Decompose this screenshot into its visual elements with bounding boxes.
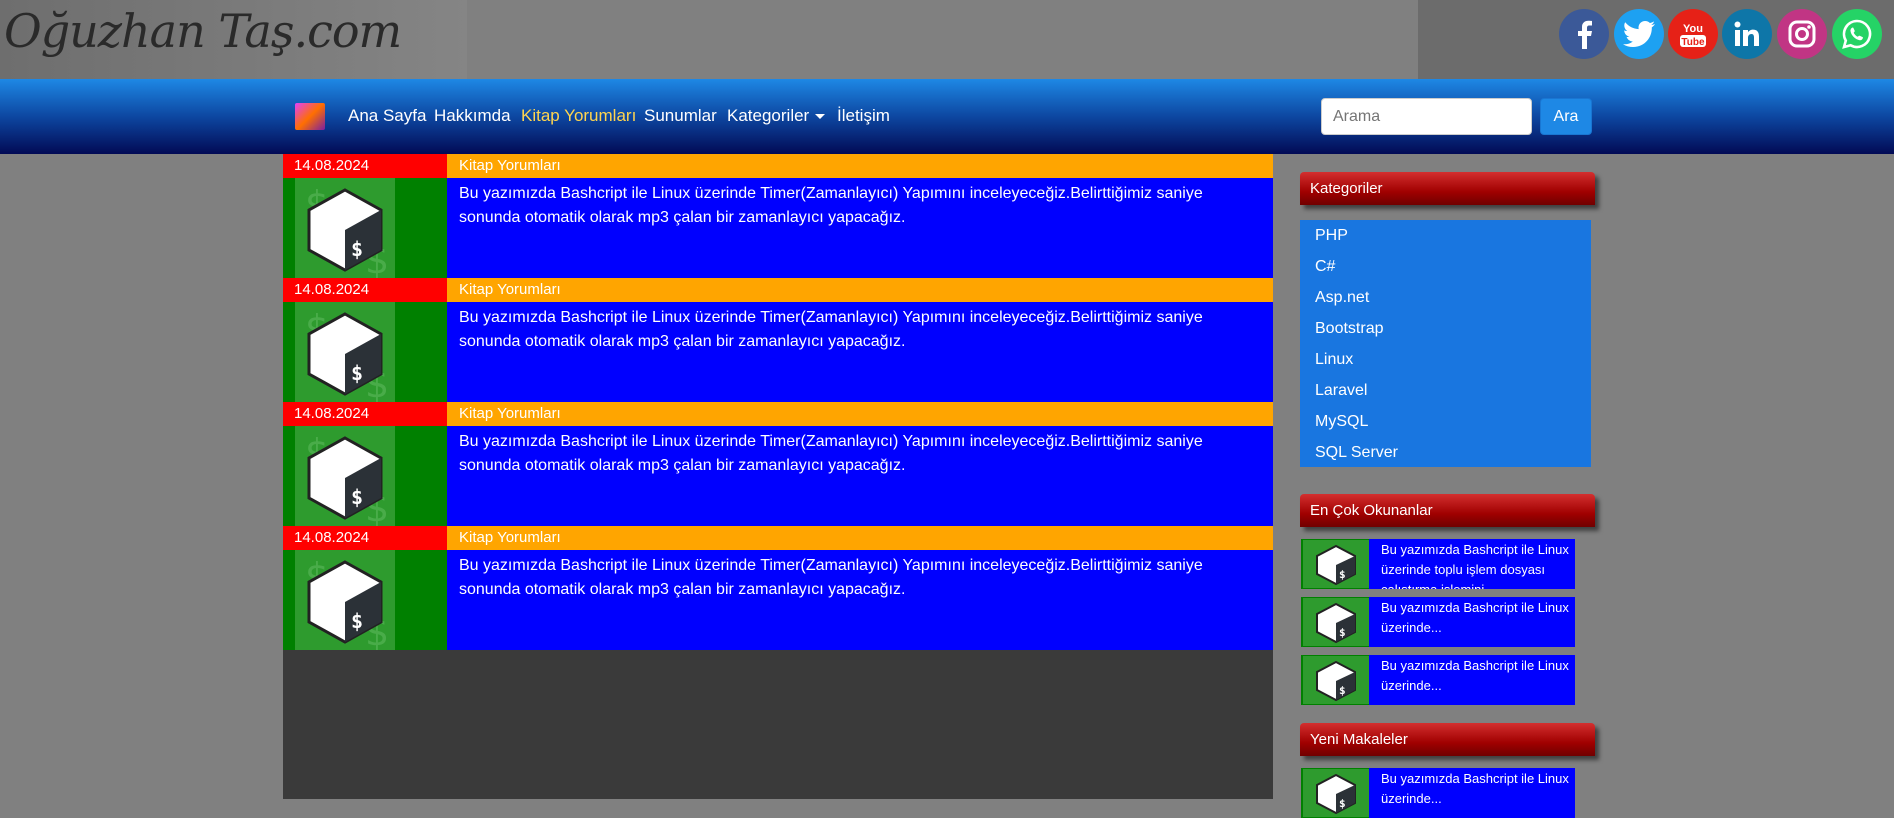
categories-list: PHP C# Asp.net Bootstrap Linux Laravel M…: [1300, 220, 1591, 467]
search-input[interactable]: [1321, 98, 1532, 135]
category-link-bootstrap[interactable]: Bootstrap: [1315, 320, 1383, 338]
categories-header: Kategoriler: [1300, 172, 1595, 205]
nav-item-iletisim[interactable]: İletişim: [837, 106, 890, 126]
svg-text:$: $: [351, 609, 363, 633]
search-button[interactable]: Ara: [1540, 98, 1592, 135]
post-category[interactable]: Kitap Yorumları: [447, 154, 1273, 178]
caret-down-icon: [815, 114, 826, 120]
post-card[interactable]: 14.08.2024 Kitap Yorumları $ $ $ Bu yazı…: [283, 278, 1273, 406]
twitter-icon[interactable]: [1614, 9, 1664, 59]
article-excerpt: Bu yazımızda Bashcript ile Linux üzerind…: [1381, 771, 1569, 806]
category-link-linux[interactable]: Linux: [1315, 351, 1353, 369]
post-thumbnail[interactable]: $ $ $: [283, 550, 447, 654]
nav-item-hakkimda[interactable]: Hakkımda: [434, 106, 511, 126]
nav-item-kitap-yorumlari[interactable]: Kitap Yorumları: [521, 106, 636, 126]
article-thumbnail: $: [1301, 597, 1369, 647]
category-link-sql-server[interactable]: SQL Server: [1315, 444, 1398, 462]
article-excerpt: Bu yazımızda Bashcript ile Linux üzerind…: [1381, 600, 1569, 635]
svg-text:Tube: Tube: [1681, 37, 1705, 48]
youtube-icon[interactable]: You Tube: [1668, 9, 1718, 59]
category-link-laravel[interactable]: Laravel: [1315, 382, 1367, 400]
post-date: 14.08.2024: [283, 526, 447, 550]
article-excerpt: Bu yazımızda Bashcript ile Linux üzerind…: [1381, 542, 1569, 589]
post-card[interactable]: 14.08.2024 Kitap Yorumları $ $ $ Bu yazı…: [283, 526, 1273, 654]
new-articles-header: Yeni Makaleler: [1300, 723, 1595, 756]
article-thumbnail: $: [1301, 655, 1369, 705]
post-card[interactable]: 14.08.2024 Kitap Yorumları $ $ $ Bu yazı…: [283, 154, 1273, 282]
bash-logo-icon: $: [1303, 540, 1369, 588]
post-excerpt: Bu yazımızda Bashcript ile Linux üzerind…: [447, 426, 1273, 526]
popular-article-item[interactable]: $ Bu yazımızda Bashcript ile Linux üzeri…: [1301, 655, 1575, 705]
bash-logo-icon: $ $ $: [295, 302, 395, 406]
post-thumbnail[interactable]: $ $ $: [283, 426, 447, 530]
nav-item-kategoriler-dropdown[interactable]: Kategoriler: [727, 106, 826, 126]
bash-logo-icon: $: [1303, 656, 1369, 704]
instagram-icon[interactable]: [1777, 9, 1827, 59]
category-link-php[interactable]: PHP: [1315, 227, 1348, 245]
post-category[interactable]: Kitap Yorumları: [447, 278, 1273, 302]
post-date: 14.08.2024: [283, 154, 447, 178]
whatsapp-icon[interactable]: [1832, 9, 1882, 59]
facebook-icon[interactable]: [1559, 9, 1609, 59]
linkedin-icon[interactable]: [1722, 9, 1772, 59]
nav-item-kategoriler-label: Kategoriler: [727, 106, 810, 125]
site-logo[interactable]: Oğuzhan Taş.com: [4, 4, 402, 58]
popular-article-item[interactable]: $ Bu yazımızda Bashcript ile Linux üzeri…: [1301, 597, 1575, 647]
bash-logo-icon: $ $ $: [295, 426, 395, 530]
category-link-mysql[interactable]: MySQL: [1315, 413, 1368, 431]
svg-text:$: $: [351, 485, 363, 509]
article-thumbnail: $: [1301, 768, 1369, 818]
bash-logo-icon: $ $ $: [295, 550, 395, 654]
bash-logo-icon: $ $ $: [295, 178, 395, 282]
nav-item-sunumlar[interactable]: Sunumlar: [644, 106, 717, 126]
nav-item-ana-sayfa[interactable]: Ana Sayfa: [348, 106, 426, 126]
category-link-aspnet[interactable]: Asp.net: [1315, 289, 1369, 307]
popular-header: En Çok Okunanlar: [1300, 494, 1595, 527]
svg-text:$: $: [351, 237, 363, 261]
post-card[interactable]: 14.08.2024 Kitap Yorumları $ $ $ Bu yazı…: [283, 402, 1273, 530]
logo-area: Oğuzhan Taş.com: [0, 0, 467, 79]
brand-image[interactable]: [295, 103, 325, 130]
post-excerpt: Bu yazımızda Bashcript ile Linux üzerind…: [447, 550, 1273, 650]
article-excerpt: Bu yazımızda Bashcript ile Linux üzerind…: [1381, 658, 1569, 693]
top-bar: Oğuzhan Taş.com You Tube: [0, 0, 1894, 79]
svg-text:$: $: [1339, 568, 1346, 581]
article-thumbnail: $: [1301, 539, 1369, 589]
post-date: 14.08.2024: [283, 278, 447, 302]
post-excerpt: Bu yazımızda Bashcript ile Linux üzerind…: [447, 302, 1273, 402]
post-thumbnail[interactable]: $ $ $: [283, 178, 447, 282]
svg-text:$: $: [351, 361, 363, 385]
post-category[interactable]: Kitap Yorumları: [447, 526, 1273, 550]
post-thumbnail[interactable]: $ $ $: [283, 302, 447, 406]
svg-text:$: $: [1339, 684, 1346, 697]
svg-text:You: You: [1683, 23, 1703, 35]
popular-article-item[interactable]: $ Bu yazımızda Bashcript ile Linux üzeri…: [1301, 539, 1575, 589]
bash-logo-icon: $: [1303, 598, 1369, 646]
post-excerpt: Bu yazımızda Bashcript ile Linux üzerind…: [447, 178, 1273, 278]
svg-text:$: $: [1339, 626, 1346, 639]
new-article-item[interactable]: $ Bu yazımızda Bashcript ile Linux üzeri…: [1301, 768, 1575, 818]
post-category[interactable]: Kitap Yorumları: [447, 402, 1273, 426]
bash-logo-icon: $: [1303, 769, 1369, 817]
post-date: 14.08.2024: [283, 402, 447, 426]
main-navbar: Ana Sayfa Hakkımda Kitap Yorumları Sunum…: [0, 79, 1894, 154]
category-link-csharp[interactable]: C#: [1315, 258, 1335, 276]
